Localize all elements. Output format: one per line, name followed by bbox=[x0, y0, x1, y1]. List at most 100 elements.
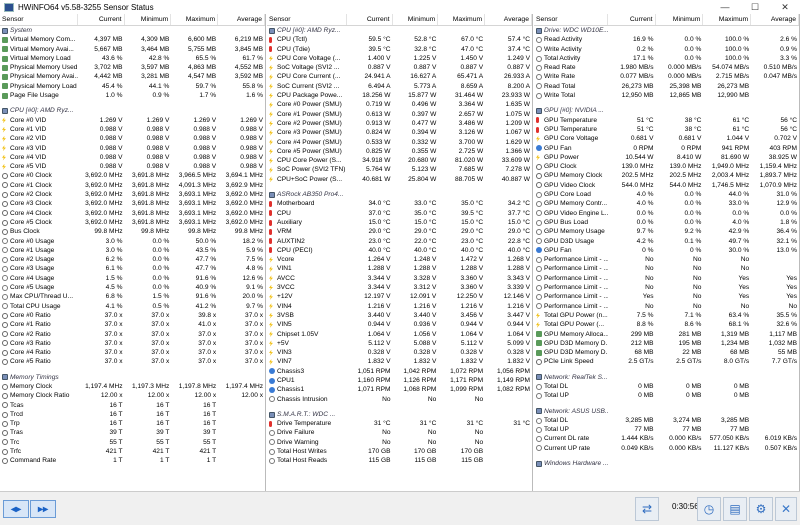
sensor-row[interactable]: Core #0 Clock 3,692.0 MHz 3,691.8 MHz 3,966… bbox=[0, 171, 265, 180]
sensor-pane-1[interactable]: Sensor Current Minimum Maximum Average System… bbox=[0, 14, 266, 491]
sensor-row[interactable]: Drive Warning No No No bbox=[267, 438, 532, 447]
close-button[interactable]: ✕ bbox=[770, 0, 800, 14]
sensor-row[interactable]: Total UP 77 MB 77 MB 77 MB bbox=[534, 425, 799, 434]
sensor-row[interactable]: SoC Power (SVI2 TFN) 5.764 W 5.123 W 7.685 … bbox=[267, 165, 532, 174]
sensor-row[interactable]: Core #1 Usage 3.0 % 0.0 % 43.5 % 5.9 % bbox=[0, 246, 265, 255]
sensor-row[interactable]: GPU Fan 0 % 0 % 30.0 % 13.0 % bbox=[534, 246, 799, 255]
sensor-row[interactable]: Read Total 26,273 MB 25,398 MB 26,273 MB bbox=[534, 82, 799, 91]
sensor-row[interactable]: AVCC 3.344 V 3.328 V 3.360 V 3.343 V bbox=[267, 274, 532, 283]
maximize-button[interactable]: ☐ bbox=[740, 0, 770, 14]
column-header-current[interactable]: Current bbox=[608, 14, 656, 25]
sensor-row[interactable]: Virtual Memory Avai... 5,667 MB 3,464 MB 5,… bbox=[0, 45, 265, 54]
sensor-row[interactable]: Core #1 VID 0.988 V 0.988 V 0.988 V 0.988 V bbox=[0, 125, 265, 134]
column-header-sensor[interactable]: Sensor bbox=[534, 14, 608, 25]
sensor-row[interactable]: Total Host Writes 170 GB 170 GB 170 GB bbox=[267, 447, 532, 456]
sensor-row[interactable]: GPU D3D Usage 4.2 % 0.1 % 49.7 % 32.1 % bbox=[534, 237, 799, 246]
clock-button[interactable]: ◷ bbox=[697, 497, 721, 521]
sensor-row[interactable]: Core #4 VID 0.988 V 0.988 V 0.988 V 0.988 V bbox=[0, 153, 265, 162]
sensor-row[interactable]: Current UP rate 0.049 KB/s 0.000 KB/s 11.12… bbox=[534, 444, 799, 453]
sensor-row[interactable]: Core #2 Clock 3,692.0 MHz 3,691.8 MHz 3,693… bbox=[0, 190, 265, 199]
sensor-row[interactable]: Physical Memory Load 45.4 % 44.1 % 59.7 % 55… bbox=[0, 82, 265, 91]
sensor-row[interactable]: Core #3 Usage 6.1 % 0.0 % 47.7 % 4.8 % bbox=[0, 264, 265, 273]
sensor-row[interactable]: GPU Memory Contr... 4.0 % 0.0 % 33.0 % 12.9 … bbox=[534, 199, 799, 208]
sensor-row[interactable]: Core #3 VID 0.988 V 0.988 V 0.988 V 0.988 V bbox=[0, 144, 265, 153]
sensor-row[interactable]: VIN7 1.832 V 1.832 V 1.832 V 1.832 V bbox=[267, 357, 532, 366]
sensor-row[interactable]: Core #1 Clock 3,692.0 MHz 3,691.8 MHz 4,091… bbox=[0, 181, 265, 190]
sensor-row[interactable]: Drive Failure No No No bbox=[267, 428, 532, 437]
sensor-row[interactable]: Core #0 Ratio 37.0 x 37.0 x 39.8 x 37.0 x bbox=[0, 311, 265, 320]
sensor-row[interactable]: CPU Core Voltage (... 1.400 V 1.225 V 1.450… bbox=[267, 54, 532, 63]
column-header-average[interactable]: Average bbox=[218, 14, 265, 25]
sensor-row[interactable]: Trp 16 T 16 T 16 T bbox=[0, 419, 265, 428]
column-header-minimum[interactable]: Minimum bbox=[125, 14, 172, 25]
sensor-row[interactable]: Command Rate 1 T 1 T 1 T bbox=[0, 456, 265, 465]
sensor-row[interactable]: SoC Current (SVI2 ... 6.494 A 5.773 A 8.659… bbox=[267, 82, 532, 91]
sensor-row[interactable]: Chassis1 1,071 RPM 1,068 RPM 1,099 RPM 1,082… bbox=[267, 385, 532, 394]
sensor-row[interactable]: Max CPU/Thread U... 6.8 % 1.5 % 91.6 % 20.0 … bbox=[0, 292, 265, 301]
network-button[interactable]: ⇄ bbox=[635, 497, 659, 521]
sensor-row[interactable]: GPU Core Load 4.0 % 0.0 % 44.0 % 31.0 % bbox=[534, 190, 799, 199]
sensor-row[interactable]: Core #3 Clock 3,692.0 MHz 3,691.8 MHz 3,693… bbox=[0, 199, 265, 208]
sensor-row[interactable]: Chassis3 1,051 RPM 1,042 RPM 1,072 RPM 1,056… bbox=[267, 367, 532, 376]
sensor-row[interactable]: GPU Core Voltage 0.681 V 0.681 V 1.044 V 0.7… bbox=[534, 134, 799, 143]
sensor-row[interactable]: CPU1 1,160 RPM 1,126 RPM 1,171 RPM 1,149 RPM bbox=[267, 376, 532, 385]
sensor-row[interactable]: Virtual Memory Com... 4,397 MB 4,309 MB 6,6… bbox=[0, 35, 265, 44]
column-header-average[interactable]: Average bbox=[485, 14, 532, 25]
sensor-row[interactable]: GPU Memory Clock 202.5 MHz 202.5 MHz 2,003.… bbox=[534, 171, 799, 180]
column-header-maximum[interactable]: Maximum bbox=[438, 14, 486, 25]
sensor-row[interactable]: Page File Usage 1.0 % 0.9 % 1.7 % 1.6 % bbox=[0, 91, 265, 100]
sensor-row[interactable]: Core #3 Power (SMU) 0.824 W 0.394 W 3.126 W… bbox=[267, 128, 532, 137]
sensor-row[interactable]: Core #1 Ratio 37.0 x 37.0 x 41.0 x 37.0 x bbox=[0, 320, 265, 329]
sensor-row[interactable]: GPU Power 10.544 W 8.410 W 81.690 W 38.925 W bbox=[534, 153, 799, 162]
sensor-row[interactable]: Performance Limit - ... No No Yes Yes bbox=[534, 283, 799, 292]
sensor-row[interactable]: Core #0 Power (SMU) 0.719 W 0.496 W 3.364 W… bbox=[267, 100, 532, 109]
sensor-row[interactable]: Core #4 Clock 3,692.0 MHz 3,691.8 MHz 3,693… bbox=[0, 209, 265, 218]
sensor-row[interactable]: Core #0 Usage 3.0 % 0.0 % 50.0 % 18.2 % bbox=[0, 237, 265, 246]
sensor-row[interactable]: Physical Memory Used 3,702 MB 3,597 MB 4,86… bbox=[0, 63, 265, 72]
sensor-row[interactable]: GPU Temperature 51 °C 38 °C 61 °C 56 °C bbox=[534, 125, 799, 134]
sensor-row[interactable]: Trcd 16 T 16 T 16 T bbox=[0, 410, 265, 419]
sensor-row[interactable]: CPU 37.0 °C 35.0 °C 39.5 °C 37.7 °C bbox=[267, 209, 532, 218]
sensor-row[interactable]: Performance Limit - ... No No No bbox=[534, 264, 799, 273]
sensor-row[interactable]: Core #4 Power (SMU) 0.533 W 0.332 W 3.700 W… bbox=[267, 138, 532, 147]
sensor-row[interactable]: GPU D3D Memory D... 212 MB 195 MB 1,234 MB 1… bbox=[534, 339, 799, 348]
sensor-row[interactable]: Current DL rate 1.444 KB/s 0.000 KB/s 577.0… bbox=[534, 434, 799, 443]
column-header-current[interactable]: Current bbox=[78, 14, 125, 25]
sensor-row[interactable]: Core #3 Ratio 37.0 x 37.0 x 37.0 x 37.0 x bbox=[0, 339, 265, 348]
sensor-row[interactable]: Memory Clock Ratio 12.00 x 12.00 x 12.00 x 1… bbox=[0, 391, 265, 400]
sensor-row[interactable]: GPU Clock 139.0 MHz 139.0 MHz 1,949.0 MHz 1,… bbox=[534, 162, 799, 171]
sensor-row[interactable]: Trfc 421 T 421 T 421 T bbox=[0, 447, 265, 456]
sensor-row[interactable]: Memory Clock 1,197.4 MHz 1,197.3 MHz 1,197.… bbox=[0, 382, 265, 391]
sensor-row[interactable]: Core #5 Usage 4.5 % 0.0 % 40.9 % 9.1 % bbox=[0, 283, 265, 292]
sensor-row[interactable]: Core #2 Power (SMU) 0.913 W 0.477 W 3.486 W… bbox=[267, 119, 532, 128]
nav-left-button[interactable]: ◂▸ bbox=[3, 500, 29, 518]
sensor-row[interactable]: CPU Core Power (S... 34.918 W 20.680 W 81.0… bbox=[267, 156, 532, 165]
sensor-row[interactable]: +12V 12.197 V 12.091 V 12.250 V 12.146 V bbox=[267, 292, 532, 301]
sensor-row[interactable]: Chipset 1.05V 1.064 V 1.056 V 1.064 V 1.064 … bbox=[267, 330, 532, 339]
sensor-row[interactable]: Total CPU Usage 4.1 % 0.5 % 41.2 % 9.7 % bbox=[0, 302, 265, 311]
sensor-group-header[interactable]: CPU [#0]: AMD Ryz... bbox=[0, 106, 265, 116]
sensor-row[interactable]: GPU Memory Usage 9.7 % 9.2 % 42.9 % 36.4 % bbox=[534, 227, 799, 236]
column-header-sensor[interactable]: Sensor bbox=[267, 14, 347, 25]
sensor-row[interactable]: Total Activity 17.1 % 0.0 % 100.0 % 3.3 % bbox=[534, 54, 799, 63]
sensor-row[interactable]: VIN4 1.216 V 1.216 V 1.216 V 1.216 V bbox=[267, 302, 532, 311]
sensor-row[interactable]: Physical Memory Avai... 4,442 MB 3,281 MB 4… bbox=[0, 72, 265, 81]
sensor-row[interactable]: Virtual Memory Load 43.6 % 42.8 % 65.5 % 61.… bbox=[0, 54, 265, 63]
sensor-row[interactable]: Read Activity 16.9 % 0.0 % 100.0 % 2.6 % bbox=[534, 35, 799, 44]
sensor-row[interactable]: Read Rate 1.980 MB/s 0.000 MB/s 54.074 MB/s… bbox=[534, 63, 799, 72]
sensor-group-header[interactable]: Network: ASUS USB... bbox=[534, 406, 799, 416]
sensor-row[interactable]: GPU Memory Alloca... 299 MB 281 MB 1,319 MB… bbox=[534, 330, 799, 339]
sensor-row[interactable]: VIN3 0.328 V 0.328 V 0.328 V 0.328 V bbox=[267, 348, 532, 357]
sensor-row[interactable]: Vcore 1.264 V 1.248 V 1.472 V 1.268 V bbox=[267, 255, 532, 264]
sensor-row[interactable]: Write Total 12,950 MB 12,865 MB 12,990 MB bbox=[534, 91, 799, 100]
sensor-row[interactable]: 3VSB 3.440 V 3.440 V 3.456 V 3.447 V bbox=[267, 311, 532, 320]
sensor-row[interactable]: Core #5 VID 0.988 V 0.988 V 0.988 V 0.988 V bbox=[0, 162, 265, 171]
sensor-group-header[interactable]: Memory Timings bbox=[0, 372, 265, 382]
sensor-row[interactable]: Chassis Intrusion No No No bbox=[267, 395, 532, 404]
sensor-row[interactable]: Total Host Reads 115 GB 115 GB 115 GB bbox=[267, 456, 532, 465]
sensor-row[interactable]: AUXTIN2 23.0 °C 22.0 °C 23.0 °C 22.8 °C bbox=[267, 237, 532, 246]
settings-button[interactable]: ⚙ bbox=[749, 497, 773, 521]
report-button[interactable]: ▤ bbox=[723, 497, 747, 521]
sensor-row[interactable]: Core #0 VID 1.269 V 1.269 V 1.269 V 1.269 V bbox=[0, 116, 265, 125]
sensor-row[interactable]: Total GPU Power (n... 7.5 % 7.1 % 63.4 % 35.… bbox=[534, 311, 799, 320]
